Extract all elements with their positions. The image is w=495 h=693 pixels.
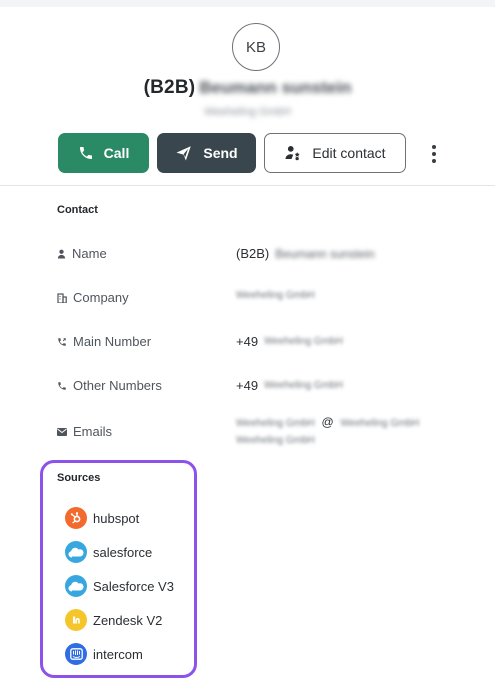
email-redacted-part: Weeheling GmbH [236, 418, 315, 429]
field-value-other-numbers[interactable]: +49 Weeheling GmbH [236, 378, 343, 393]
other-number-prefix: +49 [236, 378, 259, 393]
call-button[interactable]: Call [58, 133, 149, 173]
avatar: KB [232, 23, 280, 71]
send-icon [175, 144, 193, 162]
name-value-redacted: Beumann sunstein [275, 246, 375, 261]
main-number-prefix: +49 [236, 334, 259, 349]
intercom-icon [65, 643, 87, 665]
edit-contact-button[interactable]: Edit contact [264, 133, 406, 173]
contact-name: (B2B) Beumann sunstein [0, 77, 495, 99]
salesforce-icon [65, 575, 87, 597]
hubspot-icon [65, 507, 87, 529]
contact-section-title: Contact [57, 204, 98, 216]
edit-user-icon [284, 144, 302, 162]
source-label: salesforce [93, 544, 153, 560]
send-button[interactable]: Send [157, 133, 256, 173]
source-item-intercom[interactable]: intercom [65, 643, 143, 665]
field-label-text: Main Number [73, 334, 152, 349]
email-redacted-line2: Weeheling GmbH [236, 435, 315, 446]
more-options-icon[interactable] [424, 142, 444, 166]
person-icon [57, 249, 66, 259]
call-button-label: Call [103, 145, 130, 161]
sources-section-title: Sources [57, 472, 101, 484]
envelope-icon [57, 427, 67, 436]
building-icon [57, 292, 67, 303]
source-label: intercom [93, 646, 143, 662]
email-redacted-domain: Weeheling GmbH [340, 418, 420, 429]
phone-forward-icon [57, 337, 67, 347]
phone-icon [57, 381, 67, 391]
field-label-name: Name [57, 246, 107, 261]
source-item-zendesk-v2[interactable]: Zendesk V2 [65, 609, 162, 631]
field-label-text: Company [73, 290, 129, 305]
main-number-redacted: Weeheling GmbH [264, 336, 343, 347]
field-label-emails: Emails [57, 424, 112, 439]
field-label-text: Emails [73, 424, 113, 439]
contact-name-prefix: (B2B) [143, 77, 196, 98]
field-label-text: Name [72, 246, 107, 261]
field-value-main-number[interactable]: +49 Weeheling GmbH [236, 334, 343, 349]
source-label: Salesforce V3 [93, 578, 174, 594]
source-label: hubspot [93, 510, 140, 526]
company-value-redacted: Weeheling GmbH [236, 290, 315, 301]
header-divider [0, 185, 495, 186]
email-at-sign: @ [321, 415, 334, 429]
field-label-company: Company [57, 290, 129, 305]
field-value-name: (B2B) Beumann sunstein [236, 246, 375, 261]
name-value-prefix: (B2B) [236, 246, 270, 261]
source-item-hubspot[interactable]: hubspot [65, 507, 139, 529]
send-button-label: Send [203, 145, 238, 161]
other-number-redacted: Weeheling GmbH [264, 380, 343, 391]
field-label-text: Other Numbers [73, 378, 162, 393]
top-bar [0, 0, 495, 7]
contact-name-redacted: Beumann sunstein [199, 78, 352, 97]
salesforce-icon [65, 541, 87, 563]
phone-icon [78, 145, 94, 161]
source-item-salesforce[interactable]: salesforce [65, 541, 152, 563]
edit-contact-label: Edit contact [312, 145, 386, 161]
field-label-other-numbers: Other Numbers [57, 378, 162, 393]
field-label-main-number: Main Number [57, 334, 151, 349]
field-value-company: Weeheling GmbH [236, 290, 315, 301]
source-label: Zendesk V2 [93, 612, 163, 628]
field-value-emails[interactable]: Weeheling GmbH @ Weeheling GmbH Weehelin… [236, 414, 476, 449]
source-item-salesforce-v3[interactable]: Salesforce V3 [65, 575, 174, 597]
contact-company-subtitle: Weeheling GmbH [204, 106, 291, 118]
zendesk-icon [65, 609, 87, 631]
